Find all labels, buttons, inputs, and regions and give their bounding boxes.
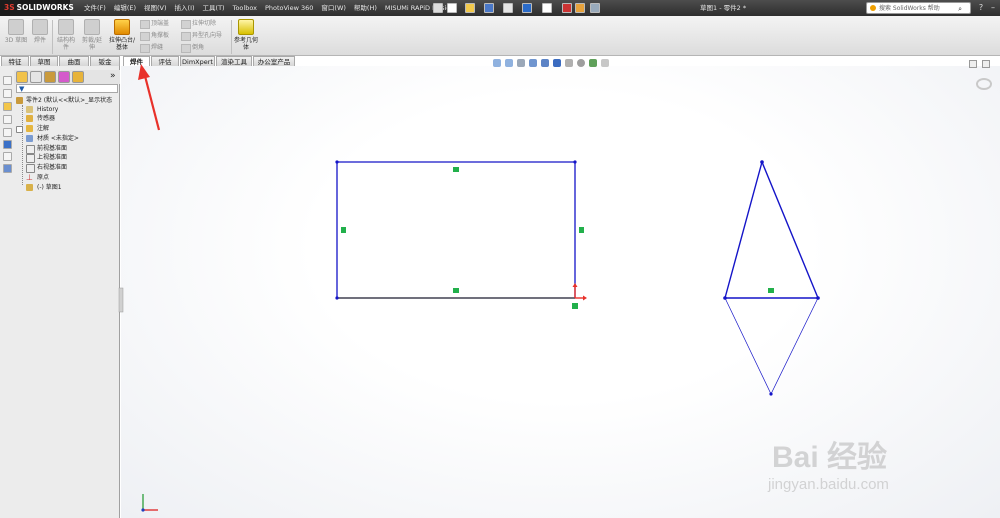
panel-splitter-handle[interactable] — [118, 287, 124, 313]
horizontal-relation-icon[interactable] — [453, 167, 459, 172]
watermark-url: jingyan.baidu.com — [768, 476, 889, 493]
triangle-sketch — [723, 160, 820, 396]
vertical-relation-icon[interactable] — [579, 227, 584, 233]
sketch-origin — [572, 283, 587, 309]
sketch-point[interactable] — [573, 160, 577, 164]
sketch-point[interactable] — [769, 392, 773, 396]
horizontal-relation-icon[interactable] — [453, 288, 459, 293]
rectangle-sketch — [335, 160, 584, 300]
origin-x-arrowhead — [583, 295, 587, 301]
sketch-line[interactable] — [761, 161, 819, 299]
baidu-watermark: Bai 经验 jingyan.baidu.com — [760, 432, 1000, 518]
sketch-point[interactable] — [723, 296, 727, 300]
sketch-point[interactable] — [335, 160, 339, 164]
vertical-relation-icon[interactable] — [341, 227, 346, 233]
mirror-preview-line — [770, 297, 819, 395]
view-triad — [141, 494, 158, 512]
sketch-line[interactable] — [724, 161, 763, 299]
annotation-arrow — [138, 64, 161, 131]
annotation-arrowhead — [138, 64, 150, 80]
horizontal-relation-icon[interactable] — [768, 288, 774, 293]
sketch-point[interactable] — [760, 160, 764, 164]
watermark-brand: Bai 经验 — [772, 441, 888, 474]
annotation-arrow-shaft — [143, 75, 161, 131]
mirror-preview-line — [724, 297, 772, 395]
origin-y-arrowhead — [572, 283, 578, 287]
sketch-point[interactable] — [335, 296, 339, 300]
coincident-relation-icon[interactable] — [572, 303, 578, 309]
triad-z-axis — [141, 508, 145, 512]
sketch-point[interactable] — [816, 296, 820, 300]
